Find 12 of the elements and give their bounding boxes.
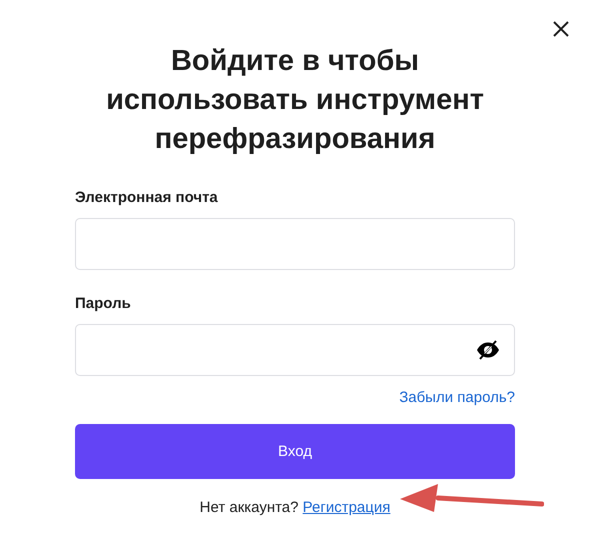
eye-slash-icon[interactable] <box>476 338 500 362</box>
dialog-title: Войдите в чтобы использовать инструмент перефразирования <box>105 44 485 157</box>
field-label: Электронная почта <box>75 189 218 206</box>
close-button[interactable] <box>551 19 571 39</box>
password-field[interactable] <box>75 324 515 376</box>
forgot-password-link[interactable]: Забыли пароль? <box>399 389 515 406</box>
close-icon <box>551 19 571 39</box>
field-label: Пароль <box>75 295 131 312</box>
signup-link[interactable]: Регистрация <box>302 499 390 516</box>
login-button[interactable]: Вход <box>75 424 515 479</box>
email-field[interactable] <box>75 218 515 270</box>
signup-prompt: Нет аккаунта? Регистрация <box>200 499 390 516</box>
